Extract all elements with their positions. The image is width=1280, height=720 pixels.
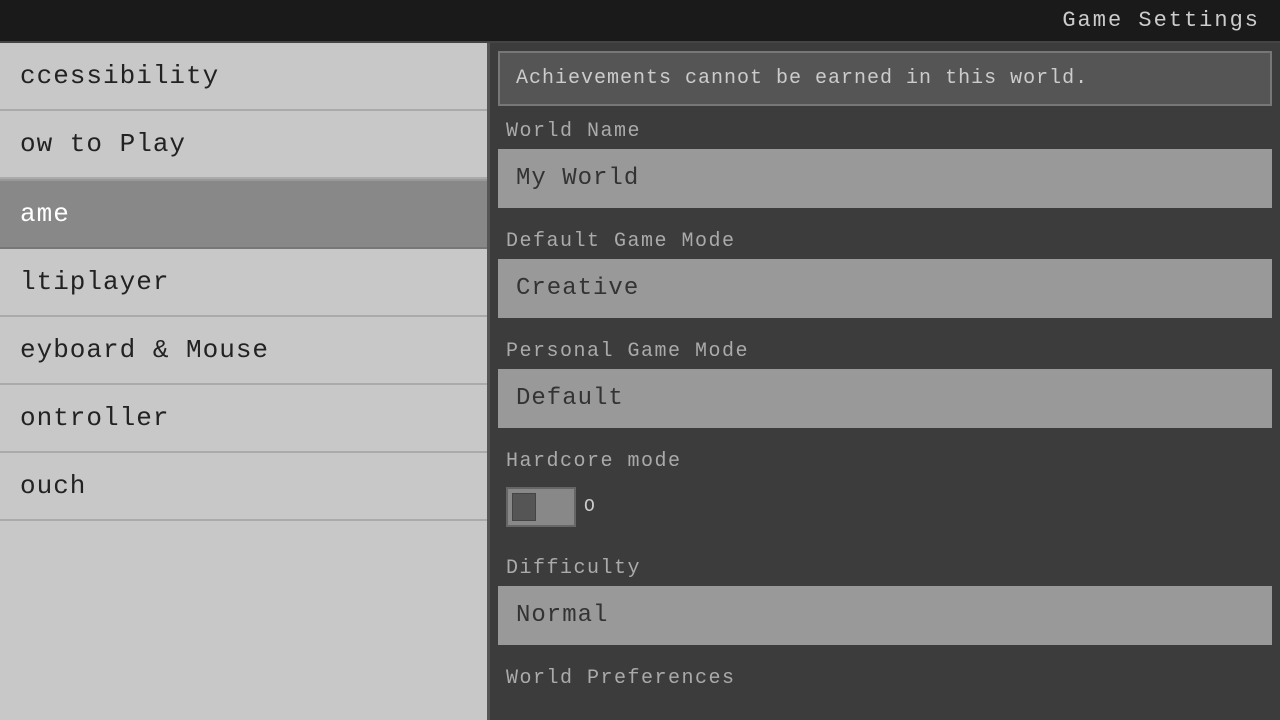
main-container: ccessibility ow to Play ame ltiplayer ey… [0, 43, 1280, 720]
toggle-knob [512, 493, 536, 521]
world-preferences-label: World Preferences [490, 653, 1280, 696]
hardcore-mode-toggle[interactable] [506, 487, 576, 527]
sidebar-item-label: ouch [20, 471, 86, 501]
sidebar-item-how-to-play[interactable]: ow to Play [0, 111, 487, 179]
content-panel: Achievements cannot be earned in this wo… [490, 43, 1280, 720]
difficulty-dropdown[interactable]: Normal [498, 586, 1272, 645]
sidebar-item-controller[interactable]: ontroller [0, 385, 487, 453]
sidebar-item-label: ow to Play [20, 129, 186, 159]
sidebar-item-label: ame [20, 199, 70, 229]
world-name-label: World Name [490, 106, 1280, 149]
achievements-banner: Achievements cannot be earned in this wo… [498, 51, 1272, 106]
hardcore-mode-label: Hardcore mode [490, 436, 1280, 479]
achievements-text: Achievements cannot be earned in this wo… [516, 67, 1088, 90]
sidebar-item-accessibility[interactable]: ccessibility [0, 43, 487, 111]
world-name-input[interactable]: My World [498, 149, 1272, 208]
sidebar-item-label: ontroller [20, 403, 169, 433]
difficulty-label: Difficulty [490, 543, 1280, 586]
sidebar-item-label: ccessibility [20, 61, 219, 91]
sidebar: ccessibility ow to Play ame ltiplayer ey… [0, 43, 490, 720]
hardcore-mode-toggle-container: O [490, 479, 1280, 543]
toggle-text: O [584, 497, 596, 517]
sidebar-item-multiplayer[interactable]: ltiplayer [0, 249, 487, 317]
sidebar-item-game[interactable]: ame [0, 179, 487, 249]
personal-game-mode-label: Personal Game Mode [490, 326, 1280, 369]
sidebar-item-label: eyboard & Mouse [20, 335, 269, 365]
default-game-mode-label: Default Game Mode [490, 216, 1280, 259]
sidebar-item-keyboard-mouse[interactable]: eyboard & Mouse [0, 317, 487, 385]
default-game-mode-dropdown[interactable]: Creative [498, 259, 1272, 318]
page-title: Game Settings [1062, 8, 1260, 33]
sidebar-item-touch[interactable]: ouch [0, 453, 487, 521]
sidebar-item-label: ltiplayer [20, 267, 169, 297]
title-bar: Game Settings [0, 0, 1280, 43]
personal-game-mode-dropdown[interactable]: Default [498, 369, 1272, 428]
